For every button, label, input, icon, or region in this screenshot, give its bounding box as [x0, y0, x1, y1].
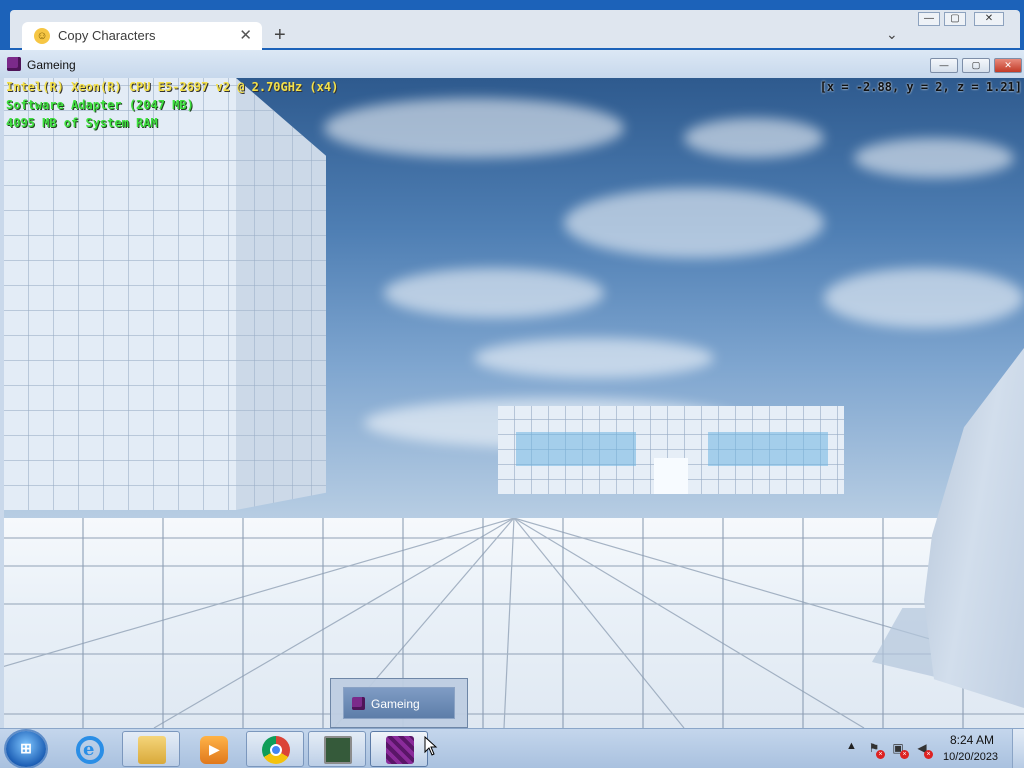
taskbar-internet-explorer[interactable]: e	[60, 731, 118, 767]
hud-ram-info: 4095 MB of System RAM	[6, 116, 158, 130]
mouse-cursor-icon	[424, 736, 438, 756]
show-hidden-icons-chevron-icon[interactable]: ▲	[846, 740, 857, 752]
game-window: Gameing — ▢ ✕ Intel(R) Xeon(R) CPU E5-26…	[0, 50, 1024, 728]
game-minimize-button[interactable]: —	[930, 58, 958, 73]
media-player-icon: ▶	[200, 736, 228, 764]
tab-search-chevron-icon[interactable]: ⌄	[886, 26, 898, 43]
taskbar-media-player[interactable]: ▶	[184, 731, 242, 767]
show-desktop-button[interactable]	[1012, 729, 1024, 768]
game-cube-icon	[386, 736, 414, 764]
hud-player-coordinates: [x = -2.88, y = 2, z = 1.21]	[819, 80, 1022, 94]
new-tab-button[interactable]: +	[274, 24, 286, 47]
taskbar-gameing[interactable]	[370, 731, 428, 767]
browser-minimize-button[interactable]: —	[918, 12, 940, 26]
internet-explorer-icon: e	[76, 736, 104, 764]
game-close-button[interactable]: ✕	[994, 58, 1022, 73]
clock-date[interactable]: 10/20/2023	[943, 751, 998, 763]
game-cube-icon	[7, 57, 21, 71]
distant-building	[498, 406, 844, 494]
preview-item-label: Gameing	[371, 697, 420, 711]
taskbar-system-monitor[interactable]	[308, 731, 366, 767]
browser-tab-copy-characters[interactable]: ☺ Copy Characters ✕	[22, 22, 262, 50]
network-icon[interactable]: ▣ ×	[890, 740, 909, 759]
browser-window: ☺ Copy Characters ✕ + ⌄ — ▢ ✕	[0, 0, 1024, 50]
hud-gpu-info: Software Adapter (2047 MB)	[6, 98, 194, 112]
hud-cpu-info: Intel(R) Xeon(R) CPU E5-2697 v2 @ 2.70GH…	[6, 80, 339, 94]
left-building-front	[4, 78, 236, 510]
floor-plane	[4, 518, 1024, 728]
close-tab-icon[interactable]: ✕	[239, 26, 252, 44]
folder-icon	[138, 736, 166, 764]
smiley-favicon-icon: ☺	[34, 28, 50, 44]
game-window-titlebar[interactable]: Gameing — ▢ ✕	[0, 50, 1024, 78]
volume-muted-icon[interactable]: ◀ ×	[914, 740, 933, 759]
game-cube-icon	[352, 697, 365, 710]
game-viewport[interactable]: Intel(R) Xeon(R) CPU E5-2697 v2 @ 2.70GH…	[4, 78, 1024, 728]
windows-logo-icon: ⊞	[20, 740, 32, 756]
taskbar-thumbnail-preview: Gameing	[330, 678, 468, 728]
taskbar-chrome[interactable]	[246, 731, 304, 767]
distant-building-door	[654, 458, 688, 494]
game-maximize-button[interactable]: ▢	[962, 58, 990, 73]
browser-tab-title: Copy Characters	[58, 28, 156, 43]
floor-grid	[4, 518, 1024, 728]
browser-close-button[interactable]: ✕	[974, 12, 1004, 26]
game-window-title: Gameing	[27, 58, 76, 72]
taskbar-file-explorer[interactable]	[122, 731, 180, 767]
taskbar: ⊞ e ▶ ▲ ⚑ × ▣ × ◀ × 8:24 AM 10/20/2023	[0, 728, 1024, 768]
action-center-flag-icon[interactable]: ⚑ ×	[866, 740, 885, 759]
chrome-icon	[262, 736, 290, 764]
preview-item-gameing[interactable]: Gameing	[343, 687, 455, 719]
system-monitor-icon	[324, 736, 352, 764]
start-button[interactable]: ⊞	[6, 731, 46, 767]
browser-maximize-button[interactable]: ▢	[944, 12, 966, 26]
clock-time[interactable]: 8:24 AM	[950, 733, 994, 747]
